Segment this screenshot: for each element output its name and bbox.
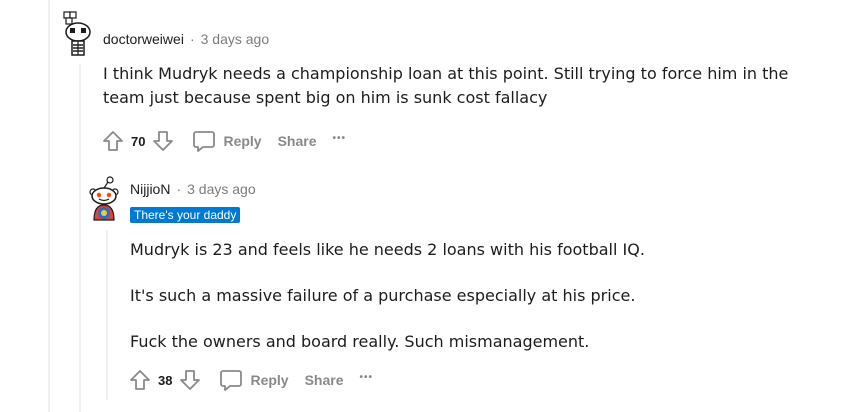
- more-options-icon: •••: [359, 371, 374, 383]
- upvote-arrow-icon: [130, 370, 150, 390]
- comment-actions: 38 Reply Share •••: [128, 367, 373, 393]
- timestamp[interactable]: 3 days ago: [187, 181, 256, 197]
- thread-line-outer[interactable]: [48, 0, 50, 412]
- user-flair: There's your daddy: [130, 207, 241, 223]
- timestamp[interactable]: 3 days ago: [201, 31, 270, 47]
- upvote-button[interactable]: [128, 368, 152, 392]
- share-label: Share: [277, 133, 317, 149]
- snoo-skeleton-avatar-icon: [63, 11, 91, 56]
- more-options-icon: •••: [332, 132, 347, 144]
- comment-bubble-icon: [193, 131, 216, 152]
- upvote-button[interactable]: [101, 129, 125, 153]
- avatar[interactable]: [60, 10, 96, 63]
- snoo-avatar-icon: [89, 176, 119, 221]
- reply-button[interactable]: Reply: [218, 367, 289, 393]
- meta-separator: ·: [176, 181, 182, 197]
- thread-line-comment-2[interactable]: [106, 230, 108, 400]
- comment-bubble-icon: [220, 370, 243, 391]
- meta-separator: ·: [189, 31, 195, 47]
- more-options-button[interactable]: •••: [333, 133, 347, 144]
- avatar[interactable]: [86, 176, 122, 229]
- reply-label: Reply: [223, 133, 262, 149]
- vote-count: 38: [158, 372, 173, 388]
- downvote-arrow-icon: [180, 370, 201, 390]
- comment-body: I think Mudryk needs a championship loan…: [103, 62, 823, 110]
- comment-body: Mudryk is 23 and feels like he needs 2 l…: [130, 238, 830, 354]
- reply-label: Reply: [250, 372, 289, 388]
- share-button[interactable]: Share: [278, 133, 317, 149]
- upvote-arrow-icon: [103, 131, 123, 151]
- more-options-button[interactable]: •••: [360, 372, 374, 383]
- comment-paragraph: I think Mudryk needs a championship loan…: [103, 64, 789, 107]
- comment-paragraph: Mudryk is 23 and feels like he needs 2 l…: [130, 240, 645, 259]
- username[interactable]: doctorweiwei: [103, 31, 184, 47]
- comment-actions: 70 Reply Share •••: [101, 128, 346, 154]
- downvote-arrow-icon: [153, 131, 174, 151]
- comment-meta: NijjioN · 3 days ago: [130, 181, 256, 197]
- downvote-button[interactable]: [151, 129, 175, 153]
- vote-count: 70: [131, 133, 146, 149]
- reply-button[interactable]: Reply: [191, 128, 262, 154]
- downvote-button[interactable]: [178, 368, 202, 392]
- share-label: Share: [304, 372, 344, 388]
- username[interactable]: NijjioN: [130, 181, 170, 197]
- thread-line-comment-1[interactable]: [79, 64, 81, 412]
- share-button[interactable]: Share: [305, 372, 344, 388]
- comment-paragraph: Fuck the owners and board really. Such m…: [130, 332, 590, 351]
- comment-meta: doctorweiwei · 3 days ago: [103, 31, 269, 47]
- comment-paragraph: It's such a massive failure of a purchas…: [130, 286, 636, 305]
